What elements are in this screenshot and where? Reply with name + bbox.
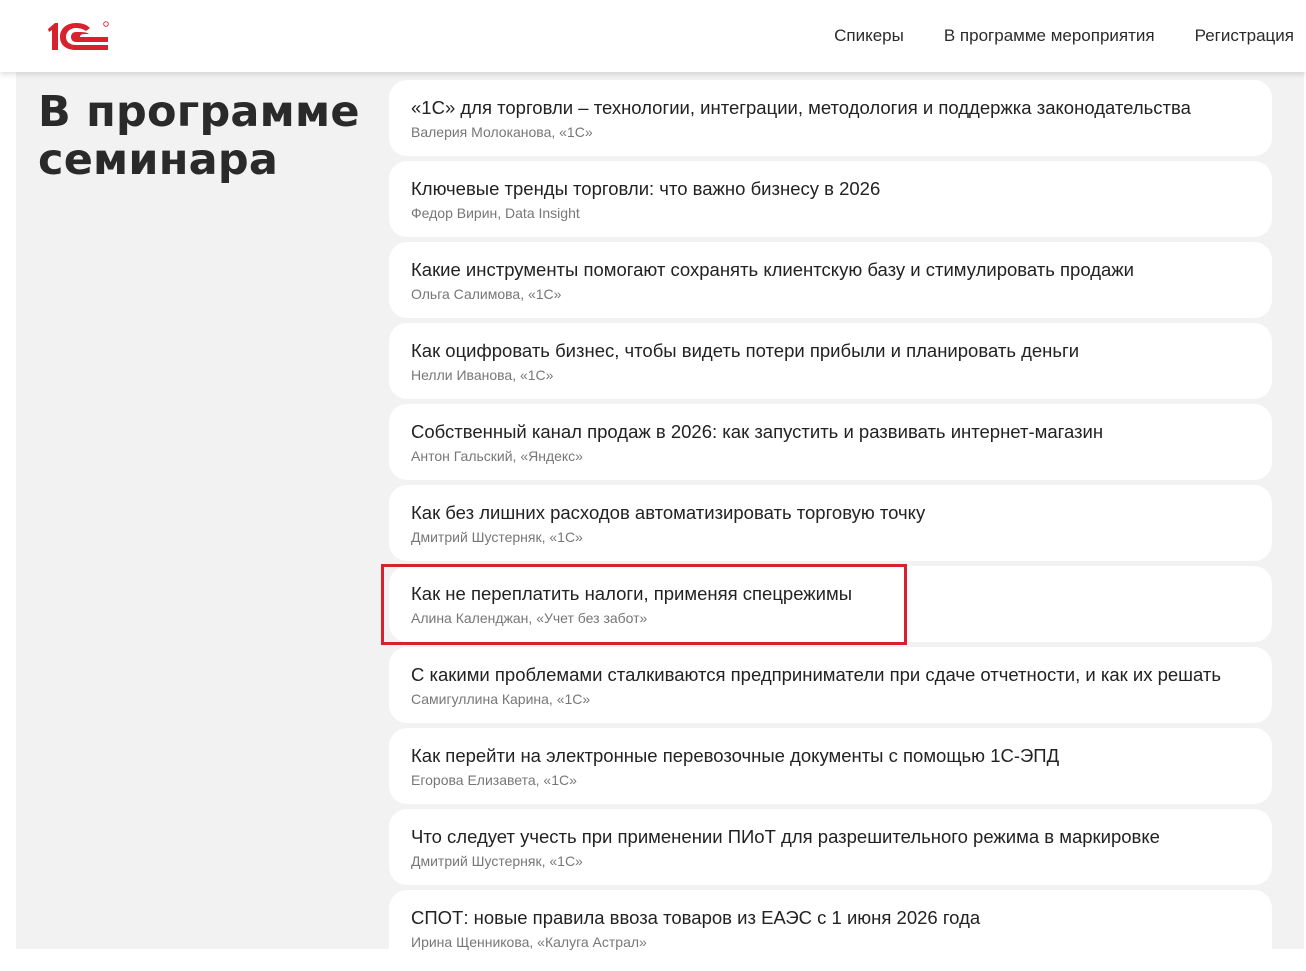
program-item-speaker: Дмитрий Шустерняк, «1С» — [411, 853, 583, 869]
program-item-speaker: Ирина Щенникова, «Калуга Астрал» — [411, 934, 647, 950]
program-item[interactable]: Что следует учесть при применении ПИоТ д… — [389, 809, 1272, 885]
program-item-title: Ключевые тренды торговли: что важно бизн… — [411, 178, 881, 199]
program-item-title: Как не переплатить налоги, применяя спец… — [411, 583, 853, 604]
page-title: В программе семинара — [38, 87, 360, 185]
program-item-speaker: Дмитрий Шустерняк, «1С» — [411, 529, 583, 545]
program-item[interactable]: Как перейти на электронные перевозочные … — [389, 728, 1272, 804]
program-item[interactable]: «1С» для торговли – технологии, интеграц… — [389, 80, 1272, 156]
program-item-speaker: Ольга Салимова, «1С» — [411, 286, 562, 302]
program-item-speaker: Нелли Иванова, «1С» — [411, 367, 554, 383]
program-item-title: Что следует учесть при применении ПИоТ д… — [411, 826, 1160, 847]
program-item[interactable]: С какими проблемами сталкиваются предпри… — [389, 647, 1272, 723]
1c-logo[interactable] — [46, 20, 112, 52]
program-item-title: Как без лишних расходов автоматизировать… — [411, 502, 926, 523]
program-item-title: СПОТ: новые правила ввоза товаров из ЕАЭ… — [411, 907, 981, 928]
program-item[interactable]: Ключевые тренды торговли: что важно бизн… — [389, 161, 1272, 237]
program-item-title: С какими проблемами сталкиваются предпри… — [411, 664, 1222, 685]
program-item[interactable]: Как оцифровать бизнес, чтобы видеть поте… — [389, 323, 1272, 399]
program-item[interactable]: Собственный канал продаж в 2026: как зап… — [389, 404, 1272, 480]
program-item-speaker: Валерия Молоканова, «1С» — [411, 124, 593, 140]
program-item[interactable]: СПОТ: новые правила ввоза товаров из ЕАЭ… — [389, 890, 1272, 966]
program-item-speaker: Антон Гальский, «Яндекс» — [411, 448, 583, 464]
program-item-highlighted[interactable]: Как не переплатить налоги, применяя спец… — [389, 566, 1272, 642]
program-item-speaker: Егорова Елизавета, «1С» — [411, 772, 577, 788]
program-item-title: Какие инструменты помогают сохранять кли… — [411, 259, 1135, 280]
program-item-speaker: Алина Календжан, «Учет без забот» — [411, 610, 648, 626]
nav-event-program-link[interactable]: В программе мероприятия — [944, 22, 1155, 50]
program-item[interactable]: Какие инструменты помогают сохранять кли… — [389, 242, 1272, 318]
program-item-speaker: Самигуллина Карина, «1С» — [411, 691, 591, 707]
program-list: «1С» для торговли – технологии, интеграц… — [389, 80, 1272, 971]
nav-speakers-link[interactable]: Спикеры — [834, 22, 904, 50]
program-item-speaker: Федор Вирин, Data Insight — [411, 205, 580, 221]
program-item-title: «1С» для торговли – технологии, интеграц… — [411, 97, 1191, 118]
program-item-title: Собственный канал продаж в 2026: как зап… — [411, 421, 1104, 442]
nav-registration-link[interactable]: Регистрация — [1195, 22, 1294, 50]
main-nav: Спикеры В программе мероприятия Регистра… — [794, 22, 1294, 50]
program-item-title: Как оцифровать бизнес, чтобы видеть поте… — [411, 340, 1080, 361]
site-header: Спикеры В программе мероприятия Регистра… — [0, 0, 1306, 72]
program-item[interactable]: Как без лишних расходов автоматизировать… — [389, 485, 1272, 561]
program-item-title: Как перейти на электронные перевозочные … — [411, 745, 1060, 766]
